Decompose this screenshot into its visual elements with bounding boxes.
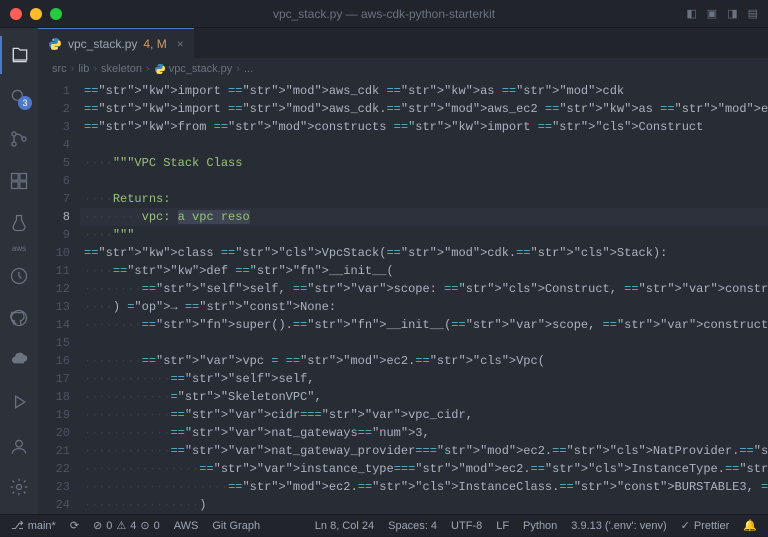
status-bar: ⎇main* ⟳ ⊘0 ⚠4 ⊙0 AWS Git Graph Ln 8, Co… xyxy=(0,514,768,536)
minimize-window-button[interactable] xyxy=(30,8,42,20)
indentation-status[interactable]: Spaces: 4 xyxy=(381,515,444,537)
encoding-status[interactable]: UTF-8 xyxy=(444,515,489,537)
sync-icon: ⟳ xyxy=(70,519,79,532)
chevron-right-icon: › xyxy=(146,63,150,75)
breadcrumb-item[interactable]: ... xyxy=(244,63,253,75)
tab-modified-indicator: 4, M xyxy=(143,37,166,51)
panel-bottom-icon[interactable]: ▣ xyxy=(707,7,717,20)
explorer-icon[interactable] xyxy=(0,36,38,74)
breadcrumb-item[interactable]: vpc_stack.py xyxy=(154,63,233,75)
chevron-right-icon: › xyxy=(71,63,75,75)
run-debug-icon[interactable] xyxy=(0,383,38,421)
error-icon: ⊘ xyxy=(93,519,102,532)
breadcrumb-item[interactable]: skeleton xyxy=(101,63,142,75)
code-editor[interactable]: 1234567891011121314151617181920212223242… xyxy=(38,80,768,514)
close-window-button[interactable] xyxy=(10,8,22,20)
prettier-status[interactable]: ✓Prettier xyxy=(674,515,737,537)
settings-gear-icon[interactable] xyxy=(0,468,38,506)
title-layout-controls: ◧ ▣ ◨ ▤ xyxy=(686,7,758,20)
breadcrumb-item[interactable]: lib xyxy=(78,63,89,75)
python-interpreter[interactable]: 3.9.13 ('.env': venv) xyxy=(564,515,673,537)
python-file-icon xyxy=(154,63,166,75)
search-badge: 3 xyxy=(18,96,32,110)
github-icon[interactable] xyxy=(0,299,38,337)
accounts-icon[interactable] xyxy=(0,428,38,466)
cloud-icon[interactable] xyxy=(0,341,38,379)
search-icon[interactable]: 3 xyxy=(0,78,38,116)
source-control-icon[interactable] xyxy=(0,120,38,158)
title-bar: vpc_stack.py — aws-cdk-python-starterkit… xyxy=(0,0,768,28)
tab-vpc-stack[interactable]: vpc_stack.py 4, M × xyxy=(38,28,194,58)
window-controls xyxy=(10,8,62,20)
breadcrumbs[interactable]: src › lib › skeleton › vpc_stack.py › ..… xyxy=(38,58,768,80)
window-title: vpc_stack.py — aws-cdk-python-starterkit xyxy=(273,7,495,21)
tab-label: vpc_stack.py xyxy=(68,37,137,51)
language-status[interactable]: Python xyxy=(516,515,564,537)
radio-icon: ⊙ xyxy=(140,519,149,532)
aws-label[interactable]: aws xyxy=(12,244,26,253)
testing-icon[interactable] xyxy=(0,204,38,242)
activity-bar: 3 aws xyxy=(0,28,38,514)
warning-icon: ⚠ xyxy=(116,519,126,532)
eol-status[interactable]: LF xyxy=(489,515,516,537)
line-numbers: 1234567891011121314151617181920212223242… xyxy=(38,80,80,514)
panel-right-icon[interactable]: ◨ xyxy=(727,7,737,20)
branch-icon: ⎇ xyxy=(11,519,24,532)
close-tab-button[interactable]: × xyxy=(177,37,184,51)
timeline-icon[interactable] xyxy=(0,257,38,295)
code-content[interactable]: =="str">"kw">import =="str">"mod">aws_cd… xyxy=(80,80,768,514)
sync-status[interactable]: ⟳ xyxy=(63,515,86,537)
aws-status[interactable]: AWS xyxy=(167,515,206,537)
problems-status[interactable]: ⊘0 ⚠4 ⊙0 xyxy=(86,515,167,537)
cursor-position[interactable]: Ln 8, Col 24 xyxy=(308,515,381,537)
branch-status[interactable]: ⎇main* xyxy=(4,515,63,537)
breadcrumb-item[interactable]: src xyxy=(52,63,67,75)
maximize-window-button[interactable] xyxy=(50,8,62,20)
panel-left-icon[interactable]: ◧ xyxy=(686,7,696,20)
chevron-right-icon: › xyxy=(236,63,240,75)
notifications-icon[interactable]: 🔔 xyxy=(736,515,764,537)
editor-tabs: vpc_stack.py 4, M × ▷ ▾ ⇆ ✓ ↶ ↷ ⊟ ▥ ⋯ xyxy=(38,28,768,58)
git-graph-status[interactable]: Git Graph xyxy=(205,515,267,537)
chevron-right-icon: › xyxy=(93,63,97,75)
layout-icon[interactable]: ▤ xyxy=(748,7,758,20)
check-icon: ✓ xyxy=(681,519,690,532)
python-file-icon xyxy=(48,37,62,51)
extensions-icon[interactable] xyxy=(0,162,38,200)
